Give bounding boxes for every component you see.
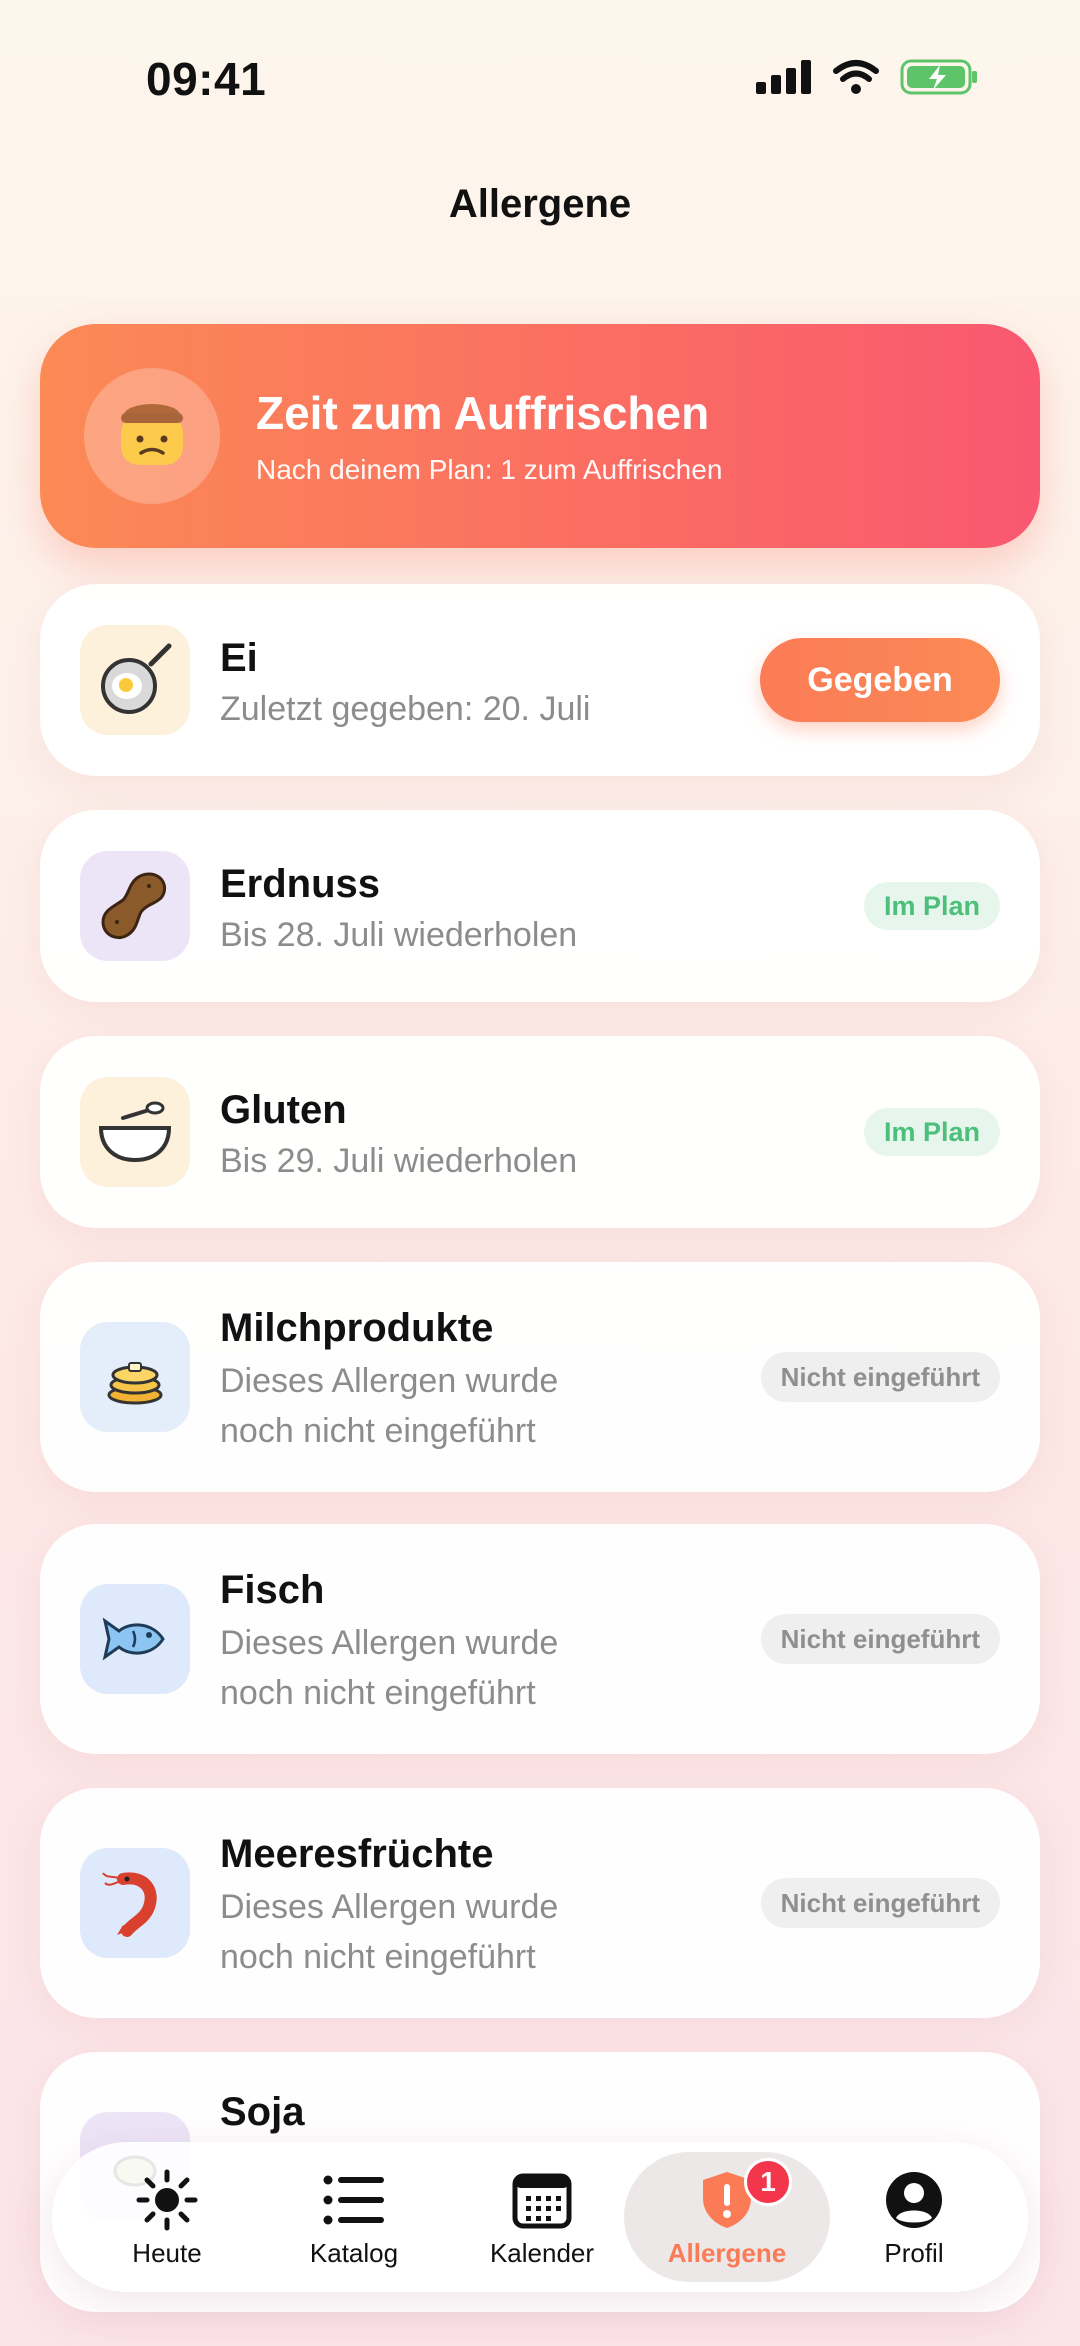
- allergen-detail-2: noch nicht eingeführt: [220, 1412, 536, 1450]
- list-icon: [323, 2175, 384, 2225]
- allergen-name: Ei: [220, 636, 258, 680]
- person-icon: [886, 2172, 942, 2228]
- tab-allergene[interactable]: Allergene: [632, 2142, 822, 2292]
- allergen-name: Meeresfrüchte: [220, 1832, 494, 1876]
- battery-charging-icon: [900, 59, 977, 95]
- cellular-signal-icon: [756, 60, 811, 94]
- tab-katalog[interactable]: Katalog: [259, 2142, 449, 2292]
- allergen-detail: Bis 29. Juli wiederholen: [220, 1142, 578, 1180]
- allergen-detail-2: noch nicht eingeführt: [220, 1674, 536, 1712]
- allergen-card-meeresfruechte[interactable]: Meeresfrüchte Dieses Allergen wurde noch…: [40, 1788, 1040, 2018]
- tab-label: Profil: [884, 2238, 944, 2268]
- wifi-icon: [833, 60, 879, 94]
- status-bar: 09:41: [0, 0, 1080, 160]
- bowl-spoon-icon: [98, 1101, 172, 1163]
- sad-face-icon: [121, 404, 183, 465]
- allergen-name: Milchprodukte: [220, 1306, 494, 1350]
- allergen-detail: Dieses Allergen wurde: [220, 1362, 559, 1400]
- fish-icon: [102, 1617, 165, 1661]
- shrimp-icon: [102, 1872, 157, 1937]
- allergen-card-ei[interactable]: Ei Zuletzt gegeben: 20. Juli Gegeben: [40, 584, 1040, 776]
- banner-subtitle: Nach deinem Plan: 1 zum Auffrischen: [256, 454, 723, 485]
- calendar-icon: [512, 2173, 572, 2229]
- allergen-name: Soja: [220, 2090, 305, 2134]
- allergen-tile: [80, 625, 190, 735]
- tab-kalender[interactable]: Kalender: [447, 2142, 637, 2292]
- status-badge: Im Plan: [863, 1108, 1000, 1156]
- status-badge: Nicht eingeführt: [760, 1614, 1000, 1664]
- allergen-detail: Dieses Allergen wurde: [220, 1624, 559, 1662]
- refresh-banner[interactable]: Zeit zum Auffrischen Nach deinem Plan: 1…: [40, 324, 1040, 548]
- status-badge: Im Plan: [863, 882, 1000, 930]
- frying-pan-egg-icon: [101, 643, 172, 714]
- allergen-name: Erdnuss: [220, 862, 381, 906]
- allergen-tile: [80, 1584, 190, 1694]
- allergen-detail: Dieses Allergen wurde: [220, 1888, 559, 1926]
- tab-label: Kalender: [489, 2238, 595, 2268]
- allergen-name: Fisch: [220, 1568, 325, 1612]
- notification-badge: 1: [744, 2158, 792, 2206]
- tab-label: Heute: [132, 2238, 202, 2268]
- tab-label: Allergene: [667, 2238, 787, 2268]
- given-button[interactable]: Gegeben: [760, 638, 1000, 722]
- tab-heute[interactable]: Heute: [72, 2142, 262, 2292]
- sun-icon: [136, 2169, 198, 2231]
- allergen-card-fisch[interactable]: Fisch Dieses Allergen wurde noch nicht e…: [40, 1524, 1040, 1754]
- status-badge: Nicht eingeführt: [760, 1878, 1000, 1928]
- peanut-icon: [101, 872, 166, 939]
- tab-profil[interactable]: Profil: [819, 2142, 1009, 2292]
- allergen-tile: [80, 851, 190, 961]
- allergen-detail: Zuletzt gegeben: 20. Juli: [220, 690, 591, 728]
- banner-avatar: [84, 368, 220, 504]
- allergen-detail-2: noch nicht eingeführt: [220, 1938, 536, 1976]
- tab-label: Katalog: [309, 2238, 399, 2268]
- allergen-detail: Bis 28. Juli wiederholen: [220, 916, 578, 954]
- allergen-card-gluten[interactable]: Gluten Bis 29. Juli wiederholen Im Plan: [40, 1036, 1040, 1228]
- allergen-card-milchprodukte[interactable]: Milchprodukte Dieses Allergen wurde noch…: [40, 1262, 1040, 1492]
- status-icons: [756, 58, 980, 96]
- allergen-tile: [80, 1077, 190, 1187]
- status-time: 09:41: [146, 53, 267, 105]
- allergen-tile: [80, 1848, 190, 1958]
- status-badge: Nicht eingeführt: [760, 1352, 1000, 1402]
- pancakes-icon: [107, 1362, 163, 1405]
- tab-bar: Heute Katalog Kalender Allergene Profil …: [52, 2142, 1028, 2292]
- allergen-name: Gluten: [220, 1088, 347, 1132]
- page-title: Allergene: [448, 182, 632, 226]
- allergen-tile: [80, 1322, 190, 1432]
- banner-title: Zeit zum Auffrischen: [256, 387, 710, 439]
- allergen-card-erdnuss[interactable]: Erdnuss Bis 28. Juli wiederholen Im Plan: [40, 810, 1040, 1002]
